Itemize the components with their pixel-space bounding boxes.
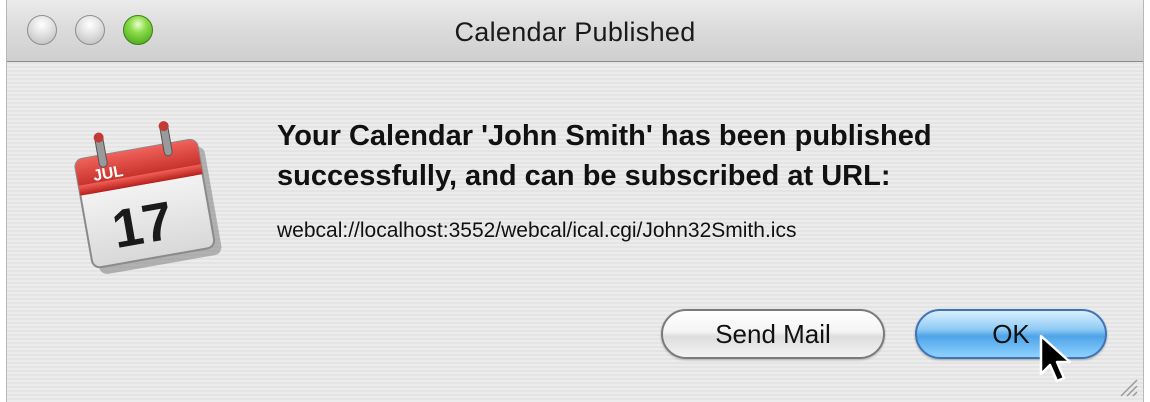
send-mail-button[interactable]: Send Mail [661,309,885,359]
mouse-pointer-icon [1039,334,1072,383]
dialog-window: Calendar Published JUL 17 Your Calendar … [6,0,1144,402]
message-headline: Your Calendar 'John Smith' has been publ… [277,120,932,192]
window-title: Calendar Published [454,17,696,47]
ical-calendar-icon: JUL 17 [74,121,222,275]
resize-grip-icon[interactable] [1117,376,1139,398]
subscription-url: webcal://localhost:3552/webcal/ical.cgi/… [277,219,797,242]
ok-button[interactable]: OK [915,309,1107,359]
svg-text:17: 17 [108,190,178,260]
title-bar[interactable]: Calendar Published [7,0,1143,62]
